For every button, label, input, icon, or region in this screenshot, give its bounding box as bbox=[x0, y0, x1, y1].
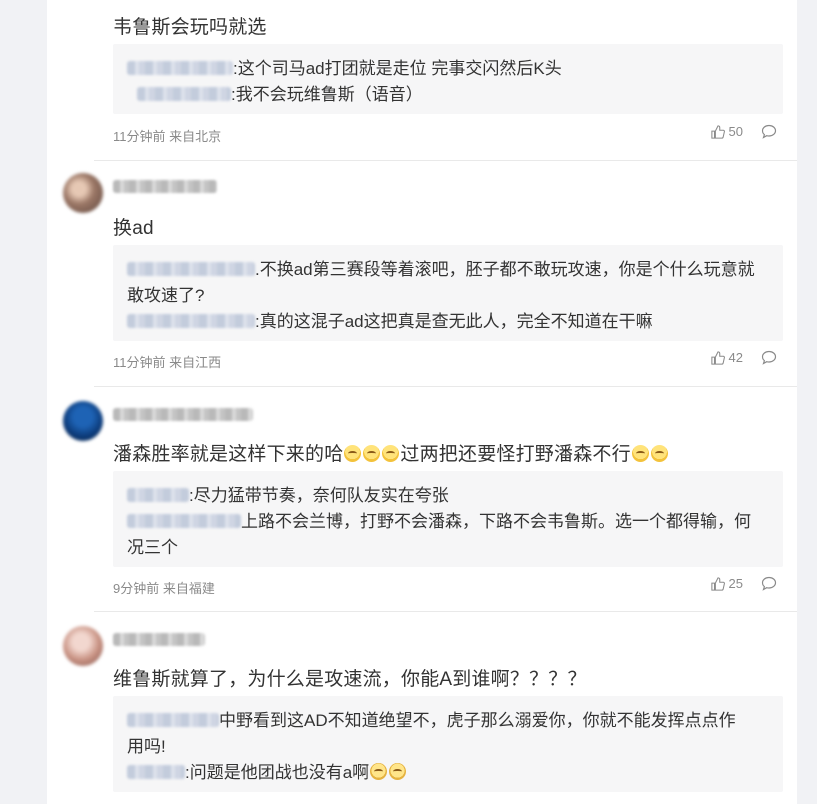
comment-item: 换ad .不换ad第三赛段等着滚吧，胚子都不敢玩攻速，你是个什么玩意就 敢攻速了… bbox=[47, 161, 797, 386]
like-button[interactable]: 50 bbox=[710, 124, 743, 139]
comment-meta: 9分钟前 来自福建 bbox=[113, 581, 215, 596]
like-count: 50 bbox=[728, 124, 743, 139]
username[interactable] bbox=[113, 180, 217, 193]
reply-username[interactable] bbox=[127, 514, 241, 528]
username[interactable] bbox=[113, 633, 205, 646]
reply-box[interactable]: .不换ad第三赛段等着滚吧，胚子都不敢玩攻速，你是个什么玩意就 敢攻速了? :真… bbox=[113, 245, 783, 341]
like-count: 25 bbox=[728, 576, 743, 591]
reply-text: 上路不会兰博，打野不会潘森，下路不会韦鲁斯。选一个都得输，何 bbox=[241, 512, 751, 531]
reply-line: 中野看到这AD不知道绝望不，虎子那么溺爱你，你就不能发挥点点作 bbox=[127, 708, 769, 734]
reply-text: 敢攻速了? bbox=[127, 286, 205, 305]
reply-text: :这个司马ad打团就是走位 完事交闪然后K头 bbox=[233, 59, 562, 78]
reply-username[interactable] bbox=[127, 262, 255, 276]
comment-item: 韦鲁斯会玩吗就选 :这个司马ad打团就是走位 完事交闪然后K头 :我不会玩维鲁斯… bbox=[47, 0, 797, 160]
reply-line: 敢攻速了? bbox=[127, 283, 769, 309]
reply-username[interactable] bbox=[127, 61, 233, 75]
thumbs-up-icon bbox=[710, 350, 725, 365]
like-button[interactable]: 42 bbox=[710, 350, 743, 365]
avatar[interactable] bbox=[63, 401, 103, 441]
reply-username[interactable] bbox=[127, 765, 185, 779]
dog-face-emoji-icon bbox=[389, 763, 407, 780]
comment-item: 潘森胜率就是这样下来的哈 过两把还要怪打野潘森不行 :尽力猛带节奏，奈何队友实在夸… bbox=[47, 387, 797, 611]
comment-text-part: 过两把还要怪打野潘森不行 bbox=[400, 444, 631, 465]
dog-face-emoji-icon bbox=[370, 763, 388, 780]
reply-line: 用吗! bbox=[127, 734, 769, 760]
avatar[interactable] bbox=[63, 626, 103, 666]
comment-text: 维鲁斯就算了，为什么是攻速流，你能A到谁啊？？？？ bbox=[113, 669, 587, 690]
reply-line: :问题是他团战也没有a啊 bbox=[127, 760, 769, 786]
reply-username[interactable] bbox=[137, 87, 231, 101]
reply-line: :尽力猛带节奏，奈何队友实在夸张 bbox=[127, 483, 769, 509]
smiling-emoji-icon bbox=[344, 445, 362, 462]
thumbs-up-icon bbox=[710, 576, 725, 591]
reply-line: :真的这混子ad这把真是查无此人，完全不知道在干嘛 bbox=[127, 309, 769, 335]
comment-actions: 50 bbox=[710, 124, 777, 139]
comment-text: 潘森胜率就是这样下来的哈 过两把还要怪打野潘森不行 bbox=[113, 439, 669, 466]
comment-bubble-icon[interactable] bbox=[761, 350, 777, 365]
reply-box[interactable]: :这个司马ad打团就是走位 完事交闪然后K头 :我不会玩维鲁斯（语音） bbox=[113, 44, 783, 114]
reply-text: 况三个 bbox=[127, 538, 178, 557]
reply-line: 上路不会兰博，打野不会潘森，下路不会韦鲁斯。选一个都得输，何 bbox=[127, 509, 769, 535]
reply-username[interactable] bbox=[127, 314, 255, 328]
reply-line: :这个司马ad打团就是走位 完事交闪然后K头 bbox=[127, 56, 769, 82]
username[interactable] bbox=[113, 408, 253, 421]
reply-text: :问题是他团战也没有a啊 bbox=[185, 763, 370, 782]
like-button[interactable]: 25 bbox=[710, 576, 743, 591]
comment-item: 维鲁斯就算了，为什么是攻速流，你能A到谁啊？？？？ 中野看到这AD不知道绝望不，… bbox=[47, 612, 797, 804]
smiling-emoji-icon bbox=[363, 445, 381, 462]
comment-actions: 25 bbox=[710, 576, 777, 591]
reply-line: .不换ad第三赛段等着滚吧，胚子都不敢玩攻速，你是个什么玩意就 bbox=[127, 257, 769, 283]
smiling-emoji-icon bbox=[650, 445, 668, 462]
thumbs-up-icon bbox=[710, 124, 725, 139]
reply-box[interactable]: 中野看到这AD不知道绝望不，虎子那么溺爱你，你就不能发挥点点作 用吗! :问题是… bbox=[113, 696, 783, 792]
reply-text: :我不会玩维鲁斯（语音） bbox=[231, 85, 423, 104]
comment-text: 韦鲁斯会玩吗就选 bbox=[113, 17, 267, 38]
comment-meta: 11分钟前 来自北京 bbox=[113, 129, 222, 144]
smiling-emoji-icon bbox=[382, 445, 400, 462]
like-count: 42 bbox=[728, 350, 743, 365]
reply-username[interactable] bbox=[127, 488, 189, 502]
reply-box[interactable]: :尽力猛带节奏，奈何队友实在夸张 上路不会兰博，打野不会潘森，下路不会韦鲁斯。选… bbox=[113, 471, 783, 567]
reply-text: 用吗! bbox=[127, 737, 166, 756]
reply-text: :尽力猛带节奏，奈何队友实在夸张 bbox=[189, 486, 449, 505]
comment-text-part: 潘森胜率就是这样下来的哈 bbox=[113, 444, 344, 465]
reply-username[interactable] bbox=[127, 713, 219, 727]
smiling-emoji-icon bbox=[631, 445, 649, 462]
reply-line: :我不会玩维鲁斯（语音） bbox=[127, 82, 769, 108]
reply-text: :真的这混子ad这把真是查无此人，完全不知道在干嘛 bbox=[255, 312, 653, 331]
comment-actions: 42 bbox=[710, 350, 777, 365]
avatar[interactable] bbox=[63, 173, 103, 213]
reply-line: 况三个 bbox=[127, 535, 769, 561]
comment-bubble-icon[interactable] bbox=[761, 124, 777, 139]
comment-feed: 韦鲁斯会玩吗就选 :这个司马ad打团就是走位 完事交闪然后K头 :我不会玩维鲁斯… bbox=[47, 0, 797, 804]
reply-text: .不换ad第三赛段等着滚吧，胚子都不敢玩攻速，你是个什么玩意就 bbox=[255, 260, 755, 279]
reply-text: 中野看到这AD不知道绝望不，虎子那么溺爱你，你就不能发挥点点作 bbox=[219, 711, 736, 730]
comment-text: 换ad bbox=[113, 218, 154, 239]
comment-bubble-icon[interactable] bbox=[761, 576, 777, 591]
comment-meta: 11分钟前 来自江西 bbox=[113, 355, 222, 370]
